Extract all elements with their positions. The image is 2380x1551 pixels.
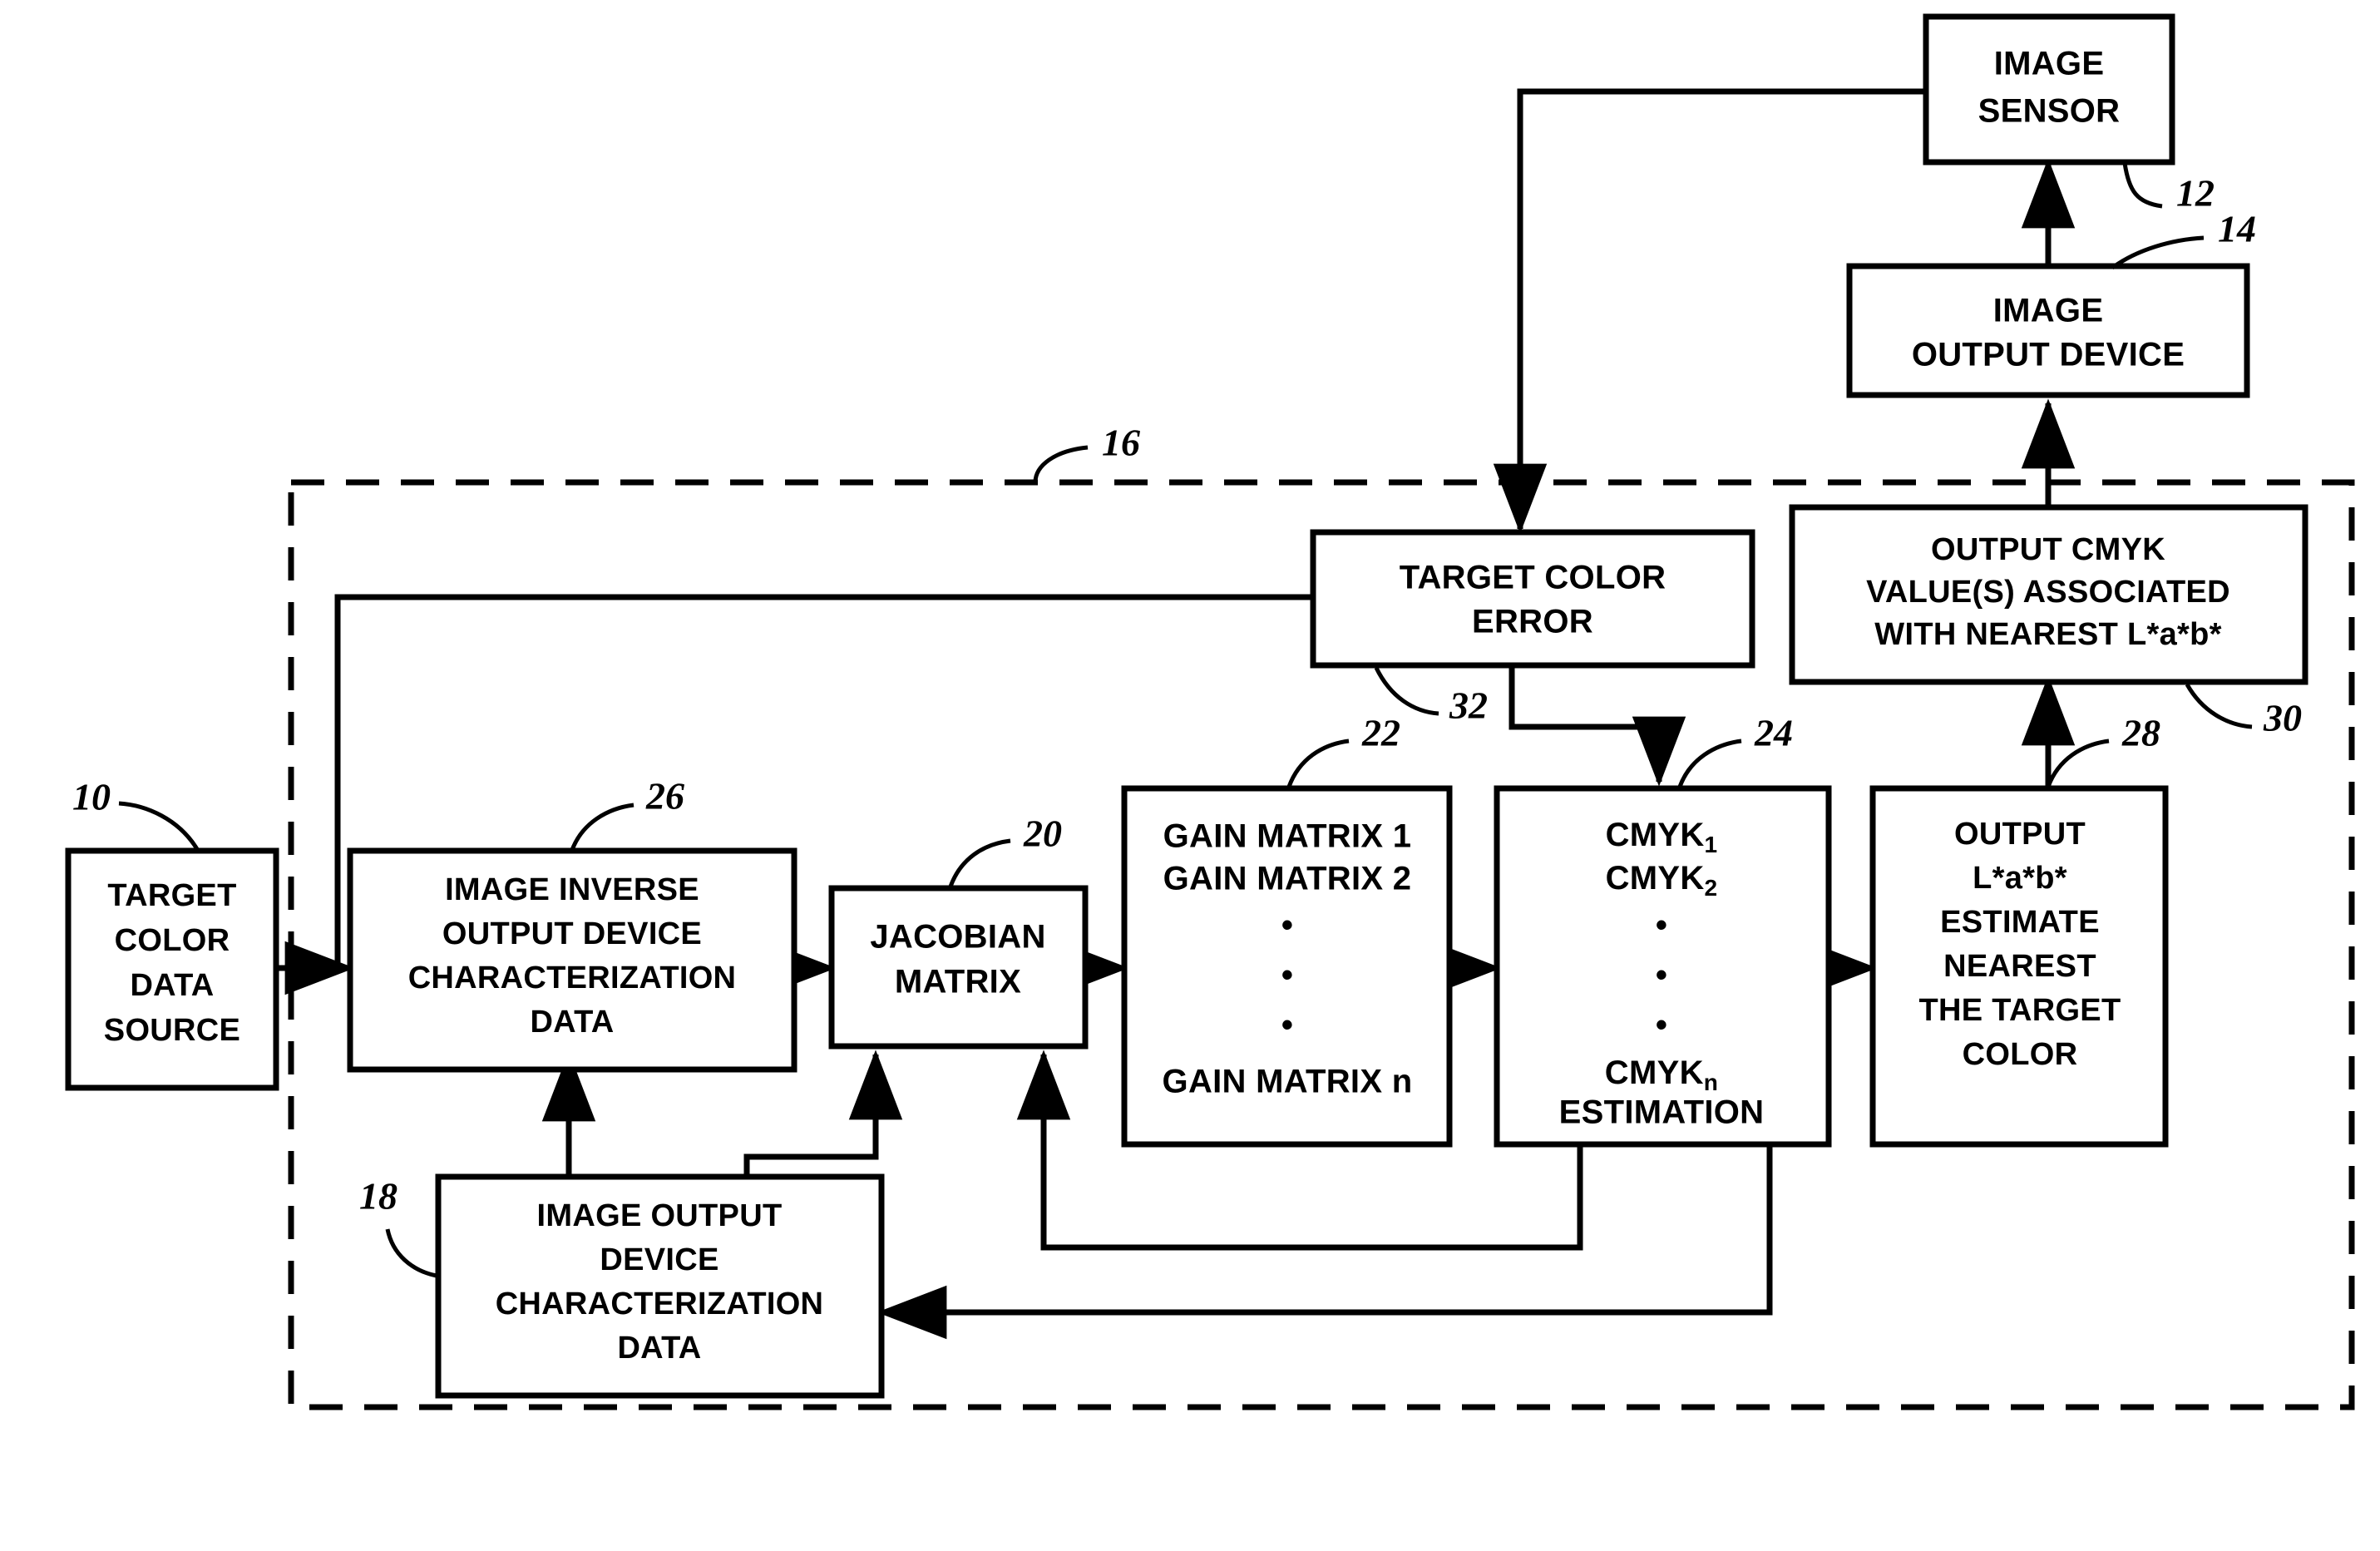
- connector-char-data-to-jacobian: [743, 1050, 903, 1177]
- target-color-error-line-1: TARGET COLOR: [1400, 560, 1666, 596]
- cmyk-ellipsis-2: •: [1656, 957, 1667, 994]
- connector-error-to-cmyk-estimation: [1508, 665, 1686, 787]
- inverse-char-line-1: IMAGE INVERSE: [445, 872, 699, 907]
- box-cmyk-estimation: CMYK1 CMYK2 • • • CMYKn ESTIMATION: [1494, 785, 1832, 1148]
- ref-number-26: 26: [645, 775, 684, 817]
- image-sensor-line-1: IMAGE: [1994, 46, 2105, 82]
- cmyk-1-base: CMYK: [1606, 817, 1705, 853]
- ref-number-14: 14: [2218, 208, 2256, 250]
- box-target-color-error: TARGET COLOR ERROR: [1310, 529, 1755, 669]
- output-lab-line-5: THE TARGET: [1919, 993, 2121, 1028]
- gain-matrix-line-n: GAIN MATRIX n: [1163, 1064, 1413, 1100]
- cmyk-estimation-line-n: CMYKn: [1605, 1055, 1718, 1096]
- output-lab-line-4: NEAREST: [1943, 949, 2096, 984]
- box-target-color-data-source: TARGET COLOR DATA SOURCE: [65, 847, 279, 1091]
- junction-dot-source-feedback: [312, 959, 330, 977]
- ref-number-24: 24: [1754, 712, 1793, 754]
- output-cmyk-values-line-3: WITH NEAREST L*a*b*: [1874, 617, 2221, 652]
- ref-number-22: 22: [1361, 712, 1400, 754]
- image-sensor-line-2: SENSOR: [1978, 93, 2121, 130]
- box-image-output-device-characterization-data: IMAGE OUTPUT DEVICE CHARACTERIZATION DAT…: [435, 1173, 885, 1399]
- patent-figure: 16 IMAGE SENSOR 12 IMAGE OUTPUT DEVICE 1…: [0, 0, 2380, 1551]
- leader-28: [2046, 738, 2110, 788]
- leader-26: [570, 803, 635, 851]
- gain-matrix-line-1: GAIN MATRIX 1: [1163, 818, 1412, 855]
- output-lab-line-3: ESTIMATE: [1940, 905, 2100, 940]
- ref-number-18: 18: [359, 1175, 397, 1218]
- ref-number-10: 10: [72, 776, 111, 818]
- ref-number-16: 16: [1102, 422, 1140, 464]
- ref-number-12: 12: [2176, 172, 2215, 215]
- gain-matrix-line-2: GAIN MATRIX 2: [1163, 861, 1412, 897]
- cmyk-ellipsis-1: •: [1656, 907, 1667, 944]
- leader-22: [1286, 738, 1350, 788]
- leader-12: [2122, 162, 2163, 209]
- inverse-char-line-4: DATA: [530, 1005, 614, 1040]
- output-lab-line-1: OUTPUT: [1954, 817, 2086, 852]
- ref-number-20: 20: [1023, 813, 1062, 855]
- ref-number-30: 30: [2263, 697, 2302, 739]
- inverse-char-line-3: CHARACTERIZATION: [408, 961, 737, 995]
- leader-20: [948, 838, 1011, 887]
- gain-matrix-ellipsis-2: •: [1281, 957, 1293, 994]
- output-cmyk-values-line-2: VALUE(S) ASSOCIATED: [1866, 575, 2230, 610]
- cmyk-estimation-line-1: CMYK1: [1606, 817, 1718, 858]
- target-color-error-line-2: ERROR: [1472, 604, 1593, 640]
- gain-matrix-ellipsis-3: •: [1281, 1007, 1293, 1044]
- output-lab-line-6: COLOR: [1963, 1037, 2078, 1072]
- leader-30: [2185, 683, 2253, 729]
- block-diagram-svg: 16 IMAGE SENSOR 12 IMAGE OUTPUT DEVICE 1…: [65, 13, 2355, 1410]
- leader-24: [1677, 738, 1742, 788]
- ref-number-32: 32: [1449, 684, 1488, 727]
- char-data-line-2: DEVICE: [600, 1242, 718, 1277]
- image-output-device-line-2: OUTPUT DEVICE: [1912, 337, 2185, 373]
- cmyk-ellipsis-3: •: [1656, 1007, 1667, 1044]
- cmyk-n-base: CMYK: [1605, 1055, 1704, 1091]
- leader-16: [1033, 445, 1089, 483]
- output-lab-line-2: L*a*b*: [1973, 861, 2067, 896]
- leader-32: [1374, 666, 1439, 716]
- leader-10: [118, 801, 200, 851]
- image-output-device-line-1: IMAGE: [1993, 293, 2104, 329]
- box-image-inverse-characterization-data: IMAGE INVERSE OUTPUT DEVICE CHARACTERIZA…: [347, 847, 797, 1073]
- box-image-output-device: IMAGE OUTPUT DEVICE: [1846, 263, 2250, 398]
- cmyk-estimation-line-2: CMYK2: [1606, 860, 1718, 901]
- target-color-source-line-2: COLOR: [115, 923, 230, 958]
- jacobian-line-1: JACOBIAN: [870, 919, 1045, 956]
- cmyk-2-base: CMYK: [1606, 860, 1705, 897]
- leader-18: [385, 1228, 437, 1278]
- cmyk-1-sub: 1: [1705, 832, 1718, 857]
- box-image-sensor: IMAGE SENSOR: [1923, 13, 2175, 165]
- inverse-char-line-2: OUTPUT DEVICE: [442, 916, 702, 951]
- connector-cmyk-to-char-data: [876, 1144, 1773, 1340]
- box-output-lab-estimate: OUTPUT L*a*b* ESTIMATE NEAREST THE TARGE…: [1869, 785, 2169, 1148]
- target-color-source-line-1: TARGET: [107, 878, 236, 913]
- box-output-cmyk-values: OUTPUT CMYK VALUE(S) ASSOCIATED WITH NEA…: [1789, 504, 2308, 685]
- target-color-source-line-3: DATA: [130, 968, 214, 1003]
- char-data-line-3: CHARACTERIZATION: [496, 1287, 824, 1321]
- gain-matrix-ellipsis-1: •: [1281, 907, 1293, 944]
- jacobian-line-2: MATRIX: [895, 964, 1021, 1000]
- target-color-source-line-4: SOURCE: [104, 1013, 240, 1048]
- char-data-line-4: DATA: [617, 1331, 701, 1366]
- cmyk-estimation-label: ESTIMATION: [1559, 1094, 1765, 1131]
- cmyk-n-sub: n: [1704, 1069, 1718, 1095]
- box-jacobian-matrix: JACOBIAN MATRIX: [828, 885, 1089, 1050]
- box-gain-matrix: GAIN MATRIX 1 GAIN MATRIX 2 • • • GAIN M…: [1121, 785, 1453, 1148]
- ref-number-28: 28: [2121, 712, 2160, 754]
- cmyk-2-sub: 2: [1705, 875, 1718, 901]
- output-cmyk-values-line-1: OUTPUT CMYK: [1931, 532, 2165, 567]
- char-data-line-1: IMAGE OUTPUT: [537, 1198, 783, 1233]
